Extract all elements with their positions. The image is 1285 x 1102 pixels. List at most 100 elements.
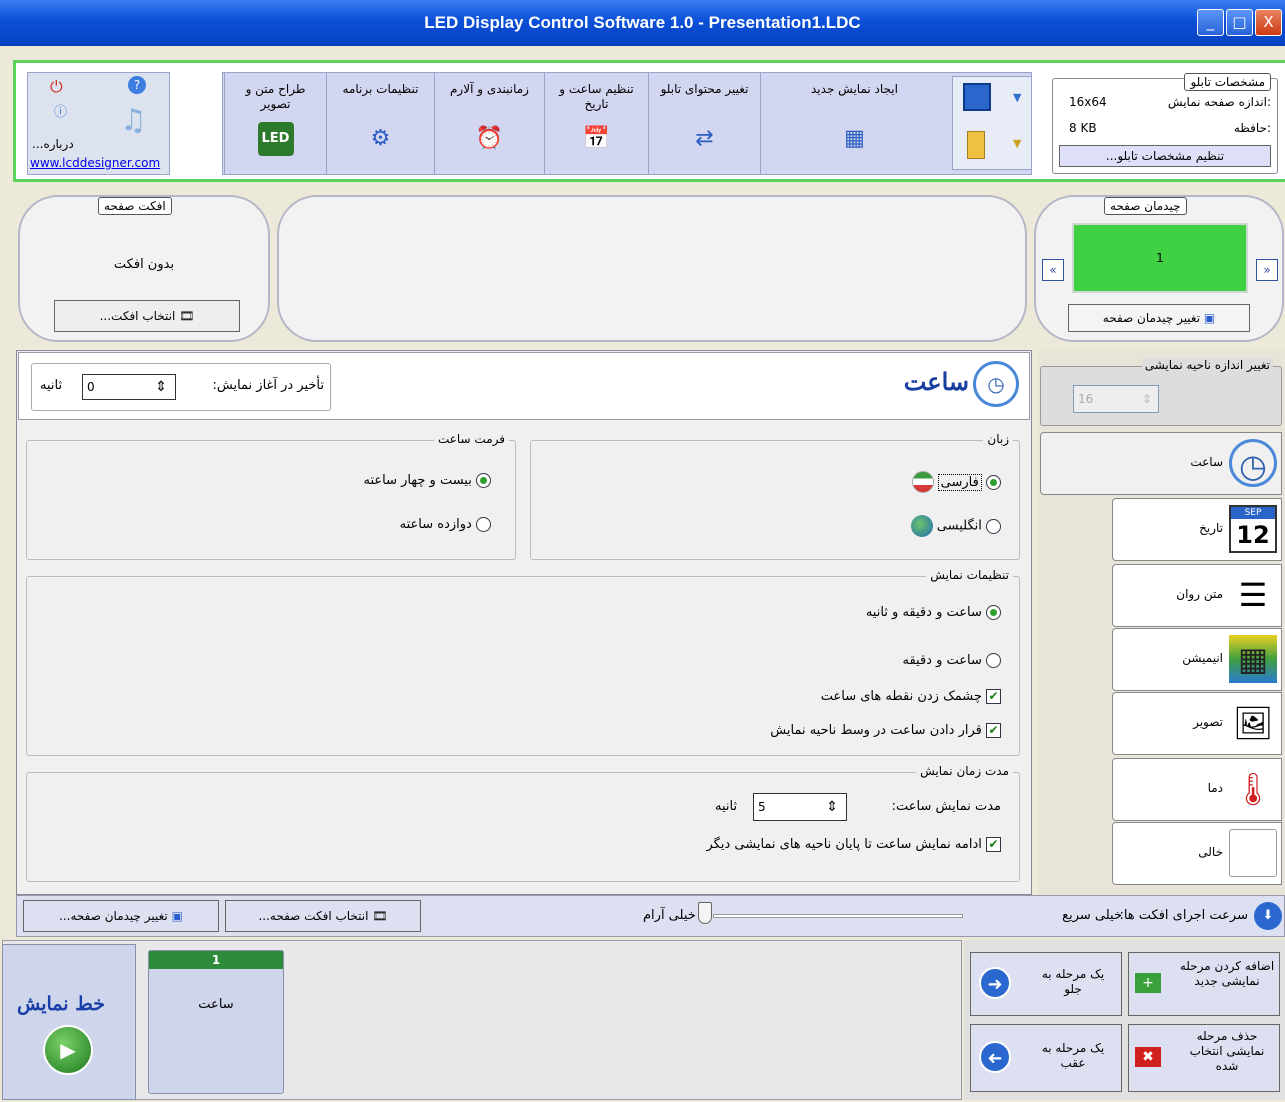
info-icon[interactable]: ⓘ <box>54 101 67 120</box>
about-box: ⏻ ? ⓘ ♫ درباره... www.lcddesigner.com <box>27 72 170 175</box>
page-effect-title: افکت صفحه <box>98 197 172 215</box>
calendar-month: SEP <box>1231 507 1275 519</box>
spinner-arrows-icon[interactable]: ⇕ <box>826 794 838 820</box>
forward-button[interactable]: یک مرحله به جلو ➜ <box>970 952 1122 1016</box>
tool-button-2[interactable]: تنظیمات برنامه ⚙ <box>326 72 434 175</box>
display-settings-group: تنظیمات نمایش ساعت و دقیقه و ثانیه ساعت … <box>26 568 1020 756</box>
clock-title: ساعت <box>903 367 969 396</box>
effect-page-button[interactable]: 🎞 انتخاب افکت صفحه... <box>225 900 421 932</box>
blink-dots-option[interactable]: ✔ چشمک زدن نقطه های ساعت <box>821 689 1001 704</box>
globe-icon <box>910 515 933 537</box>
page-effect-panel: افکت صفحه بدون افکت 🎞 انتخاب افکت... <box>18 195 270 342</box>
tool-label: طراح متن و تصویر <box>245 82 306 111</box>
layout-page-button[interactable]: ▣ تغییر چیدمان صفحه... <box>23 900 219 932</box>
blank-icon <box>1229 829 1277 877</box>
led-designer-icon: LED <box>257 122 294 156</box>
display-hms-radio[interactable] <box>986 605 1001 620</box>
tab-1[interactable]: ساعت ◷ <box>1040 432 1282 495</box>
duration-input[interactable]: 5 ⇕ <box>753 793 847 821</box>
tab-label: ساعت <box>1190 455 1223 469</box>
add-step-button[interactable]: اضافه کردن مرحله نمایشی جدید + <box>1128 952 1280 1016</box>
tab-3[interactable]: متن روان ☰ <box>1112 564 1282 627</box>
format-12h-label: دوازده ساعته <box>399 517 472 532</box>
tool-button-6[interactable]: ایجاد نمایش جدید ▦ <box>760 72 948 175</box>
blink-dots-label: چشمک زدن نقطه های ساعت <box>820 689 982 704</box>
change-layout-button[interactable]: ▣ تغییر چیدمان صفحه <box>1068 304 1250 332</box>
prev-layout-icon[interactable]: « <box>1042 259 1064 281</box>
english-radio[interactable] <box>986 518 1001 534</box>
duration-group: مدت زمان نمایش مدت نمایش ساعت: 5 ⇕ ثانیه … <box>26 764 1020 882</box>
timeline-area <box>2 940 962 1100</box>
minimize-button[interactable]: _ <box>1197 9 1224 36</box>
format-24h-option[interactable]: بیست و چهار ساعته <box>364 473 491 488</box>
help-icon[interactable]: ? <box>128 76 146 94</box>
preview-panel <box>277 195 1027 342</box>
tool-label: تنظیم ساعت و تاریخ <box>559 82 634 111</box>
speed-slider-track[interactable] <box>713 914 963 918</box>
speed-slider-thumb[interactable] <box>698 902 712 924</box>
page-layout-panel: چیدمان صفحه 1 « » ▣ تغییر چیدمان صفحه <box>1034 195 1284 342</box>
memory-label: حافظه: <box>1233 121 1271 135</box>
continue-option[interactable]: ✔ ادامه نمایش ساعت تا پایان ناحیه های نم… <box>707 837 1001 852</box>
farsi-radio[interactable] <box>986 474 1001 490</box>
about-link[interactable]: درباره... <box>32 137 74 151</box>
maximize-button[interactable]: □ <box>1226 9 1253 36</box>
tool-button-1[interactable]: طراح متن و تصویر LED <box>224 72 326 175</box>
duration-unit: ثانیه <box>715 799 738 814</box>
tab-5[interactable]: تصویر 🖼 <box>1112 692 1282 755</box>
format-24h-radio[interactable] <box>476 473 491 488</box>
tab-2[interactable]: تاریخ SEP 12 <box>1112 498 1282 561</box>
speed-slow-label: خیلی آرام <box>643 908 696 923</box>
tool-button-4[interactable]: تنظیم ساعت و تاریخ 📅 <box>544 72 648 175</box>
open-folder-icon[interactable] <box>967 131 985 159</box>
center-clock-checkbox[interactable]: ✔ <box>986 723 1001 738</box>
resize-area-input: 16 ⇕ <box>1073 385 1159 413</box>
timeline-header: خط نمایش ▶ <box>2 944 136 1100</box>
title-bar: LED Display Control Software 1.0 - Prese… <box>0 0 1285 46</box>
resize-area-group: تغییر اندازه ناحیه نمایشی 16 ⇕ <box>1040 358 1282 426</box>
delete-step-icon: ✖ <box>1135 1047 1161 1067</box>
arrow-down-icon[interactable]: ⬇ <box>1254 902 1282 930</box>
speed-label: سرعت اجرای افکت ها: <box>1119 908 1248 923</box>
save-icon[interactable] <box>963 83 991 111</box>
power-icon[interactable]: ⏻ <box>50 77 63 97</box>
next-layout-icon[interactable]: » <box>1256 259 1278 281</box>
spinner-arrows-icon[interactable]: ⇕ <box>155 375 167 399</box>
close-button[interactable]: X <box>1255 9 1282 36</box>
tab-6[interactable]: دما 🌡 <box>1112 758 1282 821</box>
add-step-icon: + <box>1135 973 1161 993</box>
blink-dots-checkbox[interactable]: ✔ <box>986 689 1001 704</box>
play-icon[interactable]: ▶ <box>43 1025 93 1075</box>
tab-7[interactable]: خالی <box>1112 822 1282 885</box>
display-hm-option[interactable]: ساعت و دقیقه <box>902 653 1001 668</box>
language-farsi-option[interactable]: فارسی <box>911 471 1001 493</box>
music-icon[interactable]: ♫ <box>120 103 147 138</box>
open-dropdown-icon[interactable]: ▼ <box>1013 137 1021 150</box>
delay-group: تأخیر در آغاز نمایش: 0 ⇕ ثانیه <box>31 363 331 411</box>
display-hms-option[interactable]: ساعت و دقیقه و ثانیه <box>866 605 1001 620</box>
tool-button-5[interactable]: تغییر محتوای تابلو ⇄ <box>648 72 760 175</box>
format-12h-radio[interactable] <box>476 517 491 532</box>
delete-step-button[interactable]: حذف مرحله نمایشی انتخاب شده ✖ <box>1128 1024 1280 1092</box>
board-settings-button[interactable]: تنظیم مشخصات تابلو... <box>1059 145 1271 167</box>
website-link[interactable]: www.lcddesigner.com <box>30 156 160 170</box>
page-layout-title: چیدمان صفحه <box>1104 197 1187 215</box>
language-group: زبان فارسی انگلیسی <box>530 432 1020 560</box>
tab-4[interactable]: انیمیشن ▦ <box>1112 628 1282 691</box>
clock-icon: ◷ <box>973 361 1019 407</box>
resize-area-title: تغییر اندازه ناحیه نمایشی <box>1141 358 1273 372</box>
select-effect-button[interactable]: 🎞 انتخاب افکت... <box>54 300 240 332</box>
timeline-item[interactable]: 1 ساعت <box>148 950 284 1094</box>
delay-value: 0 <box>87 380 95 394</box>
save-dropdown-icon[interactable]: ▼ <box>1013 91 1021 104</box>
delay-input[interactable]: 0 ⇕ <box>82 374 176 400</box>
language-english-option[interactable]: انگلیسی <box>910 515 1001 537</box>
display-hm-radio[interactable] <box>986 653 1001 668</box>
speed-fast-label: خیلی سریع <box>1062 908 1122 923</box>
layout-page-1[interactable]: 1 <box>1072 223 1248 293</box>
continue-checkbox[interactable]: ✔ <box>986 837 1001 852</box>
format-12h-option[interactable]: دوازده ساعته <box>400 517 491 532</box>
center-clock-option[interactable]: ✔ قرار دادن ساعت در وسط ناحیه نمایش <box>770 723 1001 738</box>
back-button[interactable]: یک مرحله به عقب ➜ <box>970 1024 1122 1092</box>
tool-button-3[interactable]: زمانبندی و آلارم ⏰ <box>434 72 544 175</box>
